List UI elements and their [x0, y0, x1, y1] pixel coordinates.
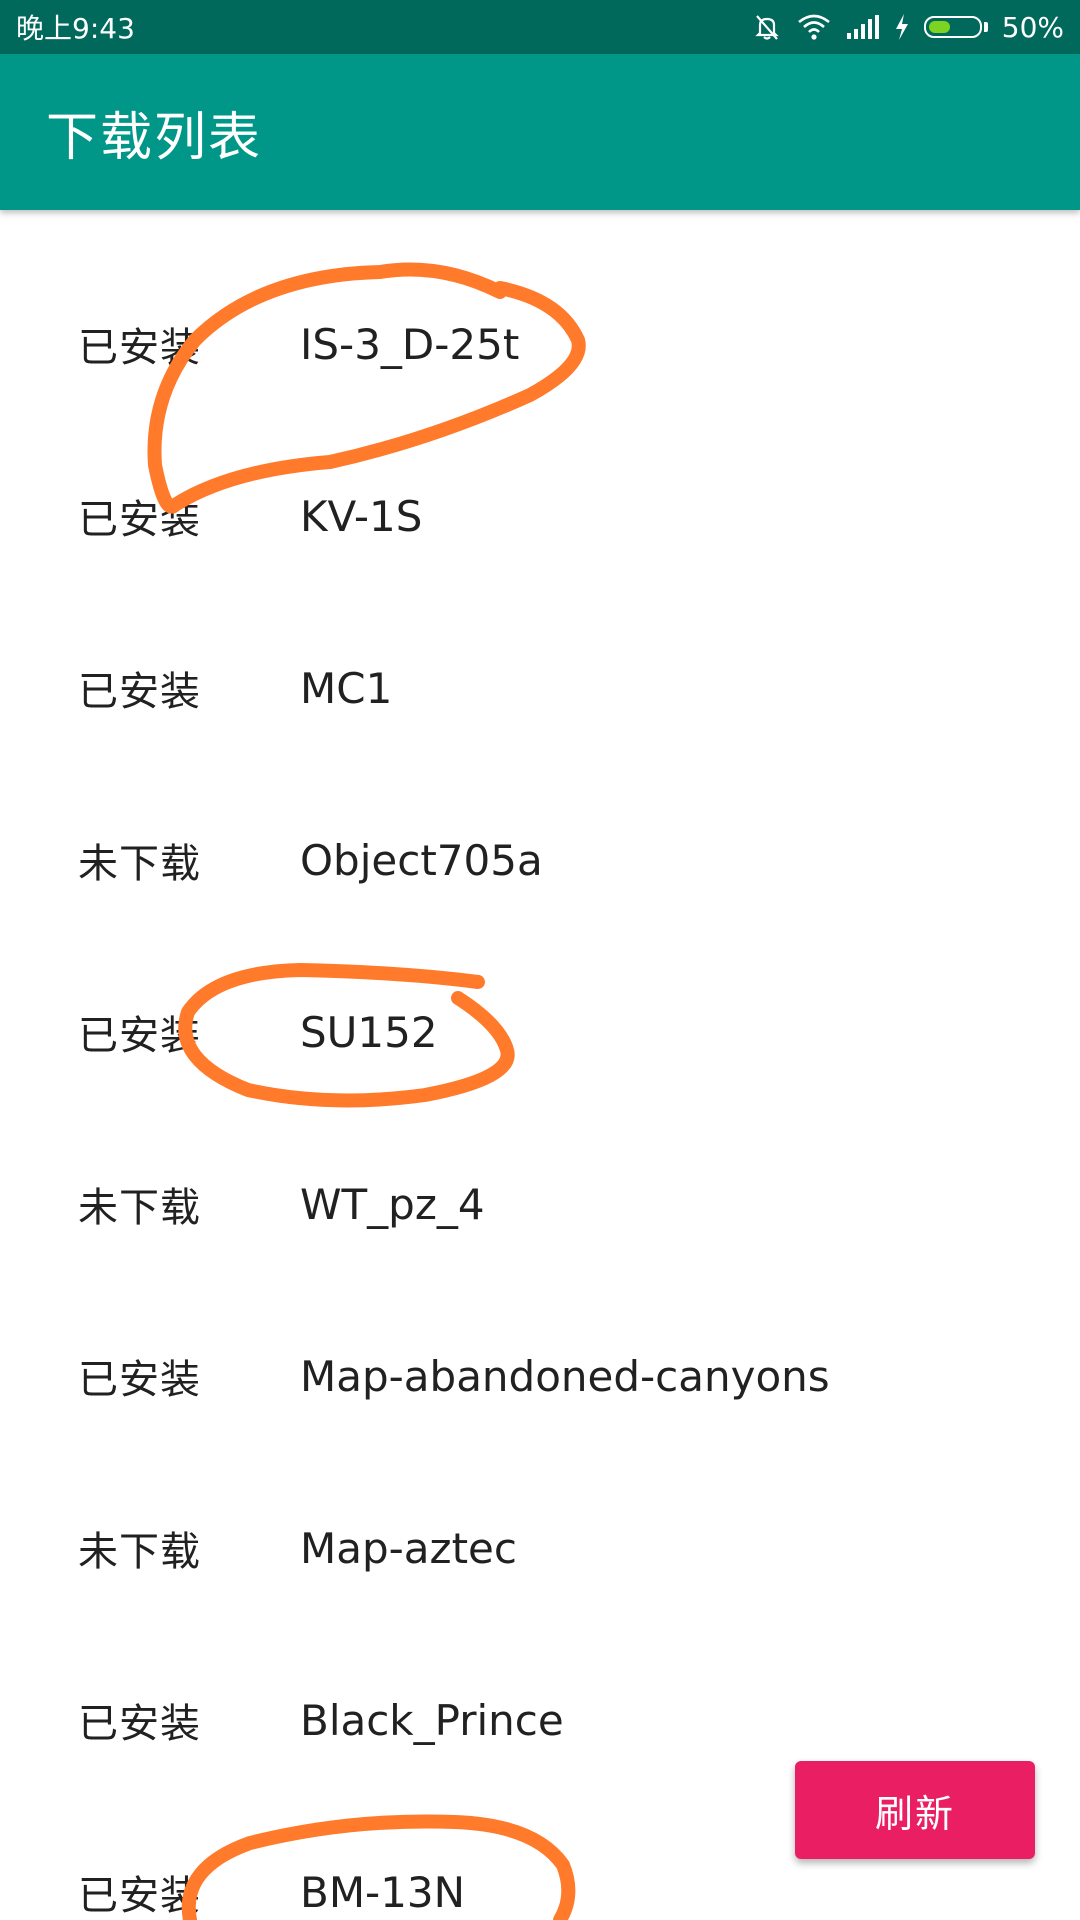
item-status: 已安装 — [78, 1357, 201, 1403]
item-name: Black_Prince — [300, 1695, 564, 1745]
list-item[interactable]: 未下载 Object705a — [0, 774, 1080, 946]
battery-level — [928, 21, 950, 33]
charging-icon — [894, 13, 910, 41]
item-status: 未下载 — [78, 1529, 201, 1575]
refresh-button[interactable]: 刷新 — [795, 1761, 1035, 1859]
item-status: 未下载 — [78, 1185, 201, 1231]
item-status: 已安装 — [78, 1701, 201, 1747]
item-name: Object705a — [300, 835, 543, 885]
item-name: Map-aztec — [300, 1523, 517, 1573]
page-title: 下载列表 — [46, 107, 263, 168]
item-name: BM-13N — [300, 1867, 466, 1917]
item-status: 已安装 — [78, 1873, 201, 1919]
mute-notification-icon — [752, 12, 782, 42]
item-status: 已安装 — [78, 497, 201, 543]
item-name: WT_pz_4 — [300, 1179, 485, 1229]
wifi-icon — [796, 13, 832, 41]
signal-icon — [846, 14, 880, 40]
item-status: 未下载 — [78, 841, 201, 887]
status-time: 晚上9:43 — [16, 12, 135, 45]
list-item[interactable]: 已安装 Map-abandoned-canyons — [0, 1290, 1080, 1462]
app-bar: 下载列表 — [0, 54, 1080, 210]
list-item[interactable]: 未下载 WT_pz_4 — [0, 1118, 1080, 1290]
download-list: 已安装 IS-3_D-25t 已安装 KV-1S 已安装 MC1 未下载 Obj… — [0, 210, 1080, 1920]
item-name: KV-1S — [300, 491, 423, 541]
item-status: 已安装 — [78, 1013, 201, 1059]
list-item[interactable]: 已安装 IS-3_D-25t — [0, 258, 1080, 430]
list-item[interactable]: 已安装 KV-1S — [0, 430, 1080, 602]
battery-icon — [923, 16, 988, 38]
item-name: MC1 — [300, 663, 393, 713]
item-name: SU152 — [300, 1007, 438, 1057]
list-item[interactable]: 已安装 SU152 — [0, 946, 1080, 1118]
status-bar: 晚上9:43 50% — [0, 0, 1080, 54]
list-item[interactable]: 未下载 Map-aztec — [0, 1462, 1080, 1634]
item-status: 已安装 — [78, 669, 201, 715]
item-name: Map-abandoned-canyons — [300, 1351, 830, 1401]
battery-percent: 50% — [1001, 10, 1064, 44]
item-status: 已安装 — [78, 325, 201, 371]
list-item[interactable]: 已安装 MC1 — [0, 602, 1080, 774]
item-name: IS-3_D-25t — [300, 319, 520, 369]
